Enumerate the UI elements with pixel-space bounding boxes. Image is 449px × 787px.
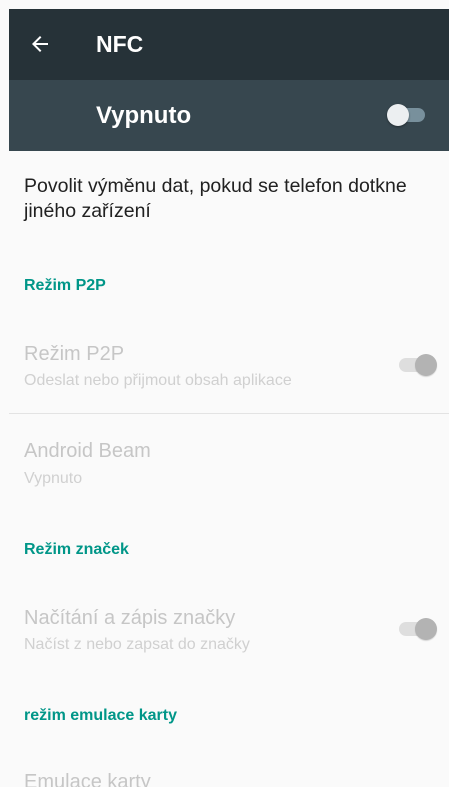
master-switch-label: Vypnuto <box>96 102 192 129</box>
pref-title-p2p: Režim P2P <box>24 343 125 365</box>
tag-toggle[interactable] <box>397 616 437 642</box>
section-header-card-emulation: režim emulace karty <box>24 707 177 724</box>
nfc-toggle[interactable] <box>387 102 427 128</box>
pref-row-tag-read-write[interactable]: Načítání a zápis značky Načíst z nebo za… <box>0 594 449 674</box>
pref-summary-android-beam: Vypnuto <box>24 470 83 487</box>
arrow-left-icon <box>32 36 48 52</box>
section-header-p2p: Režim P2P <box>24 277 106 294</box>
nfc-description: Povolit výměnu dat, pokud se telefon dot… <box>24 175 407 222</box>
nfc-master-switch-bar[interactable]: Vypnuto <box>9 80 449 151</box>
app-toolbar: NFC <box>9 9 449 80</box>
pref-title-tag-read-write: Načítání a zápis značky <box>24 607 236 629</box>
pref-row-android-beam[interactable]: Android Beam Vypnuto <box>0 414 449 500</box>
pref-title-card-emulation: Emulace karty <box>24 771 151 787</box>
toggle-thumb <box>415 618 437 640</box>
back-button[interactable] <box>23 27 57 61</box>
toggle-thumb <box>415 354 437 376</box>
toggle-thumb <box>387 104 409 126</box>
nfc-settings-screen: NFC Vypnuto Povolit výměnu dat, pokud se… <box>0 0 449 787</box>
page-title: NFC <box>96 31 144 57</box>
pref-row-p2p[interactable]: Režim P2P Odeslat nebo přijmout obsah ap… <box>0 330 449 412</box>
pref-summary-tag-read-write: Načíst z nebo zapsat do značky <box>24 636 250 653</box>
pref-row-card-emulation[interactable]: Emulace karty <box>0 760 449 787</box>
p2p-toggle[interactable] <box>397 352 437 378</box>
section-header-tags: Režim značek <box>24 541 129 558</box>
pref-title-android-beam: Android Beam <box>24 440 151 462</box>
pref-summary-p2p: Odeslat nebo přijmout obsah aplikace <box>24 372 292 389</box>
